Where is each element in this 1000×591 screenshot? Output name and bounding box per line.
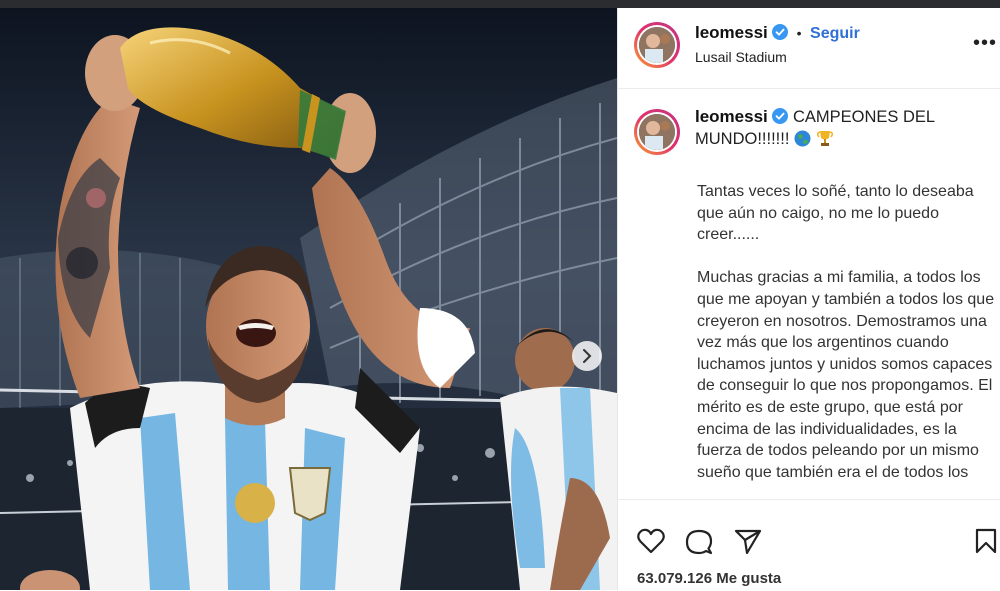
caption-body: Tantas veces lo soñé, tanto lo deseaba q… (697, 181, 997, 499)
header-title-row: leomessi • Seguir (695, 23, 860, 43)
top-strip (0, 0, 1000, 8)
caption-avatar[interactable] (634, 109, 680, 155)
trophy-emoji-icon (816, 131, 833, 146)
post-header: leomessi • Seguir Lusail Stadium ••• (618, 8, 1000, 89)
photo-illustration (0, 8, 617, 590)
location-link[interactable]: Lusail Stadium (695, 49, 787, 65)
next-photo-button[interactable] (572, 341, 602, 371)
caption-username[interactable]: leomessi (695, 107, 768, 126)
avatar-image (639, 27, 675, 63)
caption-area: leomessi CAMPEONES DEL MUNDO!!!!!!! Tant… (618, 89, 1000, 499)
username[interactable]: leomessi (695, 23, 768, 42)
verified-badge-icon (772, 108, 789, 124)
heart-icon[interactable] (637, 528, 665, 554)
caption-header: leomessi CAMPEONES DEL MUNDO!!!!!!! (695, 106, 985, 150)
bookmark-icon[interactable] (975, 528, 997, 554)
caption-avatar-image (639, 114, 675, 150)
likes-count[interactable]: 63.079.126 Me gusta (637, 570, 781, 587)
caption-paragraph: Tantas veces lo soñé, tanto lo deseaba q… (697, 183, 974, 244)
follow-button[interactable]: Seguir (810, 25, 860, 42)
more-options-button[interactable]: ••• (973, 32, 997, 55)
post-sidebar: leomessi • Seguir Lusail Stadium ••• leo… (617, 8, 1000, 590)
paper-plane-icon[interactable] (734, 528, 762, 554)
globe-emoji-icon (794, 130, 811, 147)
chevron-right-icon (583, 349, 592, 363)
caption-paragraph: Muchas gracias a mi familia, a todos los… (697, 269, 995, 481)
separator-dot: • (796, 25, 802, 41)
verified-badge-icon (772, 24, 789, 40)
comment-icon[interactable] (685, 528, 713, 556)
post-photo[interactable] (0, 8, 617, 590)
action-bar: 63.079.126 Me gusta (618, 499, 1000, 591)
avatar[interactable] (634, 22, 680, 68)
